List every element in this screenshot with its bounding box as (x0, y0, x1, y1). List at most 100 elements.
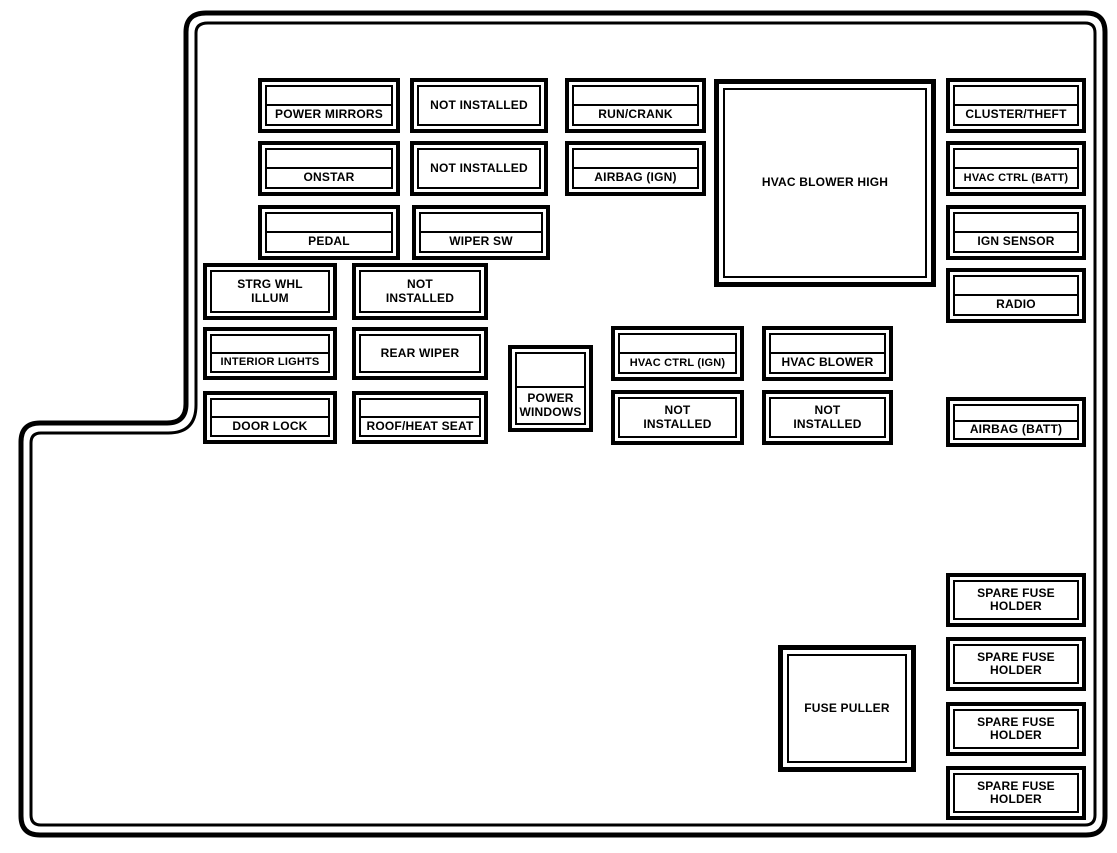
component-body: HVAC BLOWER HIGH (723, 88, 927, 278)
fuse-slot-body: SPARE FUSE HOLDER (953, 580, 1079, 620)
fuse-slot-power-windows[interactable]: POWER WINDOWS (508, 345, 593, 432)
fuse-slot-body: CLUSTER/THEFT (953, 85, 1079, 126)
fuse-slot-body: SPARE FUSE HOLDER (953, 773, 1079, 813)
fuse-slot-run-crank[interactable]: RUN/CRANK (565, 78, 706, 133)
fuse-slot-radio[interactable]: RADIO (946, 268, 1086, 323)
component-label: HVAC BLOWER HIGH (761, 175, 889, 190)
fuse-slot-body: POWER MIRRORS (265, 85, 393, 126)
fuse-slot-label: WIPER SW (449, 234, 513, 249)
fuse-slot-cavity[interactable] (771, 335, 884, 354)
fuse-slot-not-installed-4[interactable]: NOT INSTALLED (611, 390, 744, 445)
fuse-slot-cavity[interactable] (517, 354, 584, 389)
fuse-slot-body: NOT INSTALLED (359, 270, 481, 313)
fuse-slot-body: SPARE FUSE HOLDER (953, 709, 1079, 749)
fuse-slot-not-installed-5[interactable]: NOT INSTALLED (762, 390, 893, 445)
fuse-slot-cavity[interactable] (267, 214, 391, 233)
fuse-slot-wiper-sw[interactable]: WIPER SW (412, 205, 550, 260)
fuse-slot-airbag-batt[interactable]: AIRBAG (BATT) (946, 397, 1086, 447)
fuse-slot-body: HVAC CTRL (BATT) (953, 148, 1079, 189)
fuse-slot-body: INTERIOR LIGHTS (210, 334, 330, 373)
fuse-slot-label: HVAC CTRL (IGN) (629, 356, 726, 369)
fuse-slot-label: REAR WIPER (380, 345, 460, 360)
fuse-slot-label-cell: HVAC CTRL (BATT) (955, 169, 1077, 187)
fuse-slot-label-cell: INTERIOR LIGHTS (212, 354, 328, 371)
fuse-slot-onstar[interactable]: ONSTAR (258, 141, 400, 196)
fuse-slot-body: STRG WHL ILLUM (210, 270, 330, 313)
fuse-slot-label-cell: CLUSTER/THEFT (955, 106, 1077, 124)
fuse-slot-cavity[interactable] (955, 87, 1077, 106)
fuse-slot-label: RUN/CRANK (598, 107, 673, 122)
fuse-slot-cavity[interactable] (421, 214, 541, 233)
fuse-slot-pedal[interactable]: PEDAL (258, 205, 400, 260)
fuse-slot-label: SPARE FUSE HOLDER (977, 649, 1055, 677)
fuse-slot-not-installed-3[interactable]: NOT INSTALLED (352, 263, 488, 320)
fuse-slot-body: NOT INSTALLED (618, 397, 737, 438)
component-body: FUSE PULLER (787, 654, 907, 763)
component-fuse-puller[interactable]: FUSE PULLER (778, 645, 916, 772)
fuse-slot-label-cell: ROOF/HEAT SEAT (361, 418, 479, 435)
fuse-slot-body: HVAC BLOWER (769, 333, 886, 374)
fuse-slot-body: ONSTAR (265, 148, 393, 189)
fuse-slot-body: NOT INSTALLED (769, 397, 886, 438)
fuse-slot-label-cell: HVAC BLOWER (771, 354, 884, 372)
fuse-slot-cluster-theft[interactable]: CLUSTER/THEFT (946, 78, 1086, 133)
fuse-slot-label: STRG WHL ILLUM (237, 277, 303, 305)
fuse-slot-body: NOT INSTALLED (417, 85, 541, 126)
fuse-slot-airbag-ign[interactable]: AIRBAG (IGN) (565, 141, 706, 196)
fuse-slot-label: IGN SENSOR (977, 234, 1055, 249)
fuse-slot-cavity[interactable] (212, 336, 328, 354)
fuse-slot-label: DOOR LOCK (232, 418, 308, 433)
fuse-slot-label-cell: POWER MIRRORS (267, 106, 391, 124)
fuse-slot-label-cell: HVAC CTRL (IGN) (620, 354, 735, 372)
fuse-box-diagram: POWER MIRRORS ONSTAR PEDAL NOT INSTALLED NOT… (0, 0, 1117, 853)
fuse-slot-hvac-ctrl-ign[interactable]: HVAC CTRL (IGN) (611, 326, 744, 381)
fuse-slot-spare-fuse-holder-3[interactable]: SPARE FUSE HOLDER (946, 702, 1086, 756)
fuse-slot-label: INTERIOR LIGHTS (220, 356, 320, 369)
fuse-slot-spare-fuse-holder-1[interactable]: SPARE FUSE HOLDER (946, 573, 1086, 627)
fuse-slot-cavity[interactable] (574, 87, 697, 106)
fuse-slot-not-installed-1[interactable]: NOT INSTALLED (410, 78, 548, 133)
fuse-slot-body: NOT INSTALLED (417, 148, 541, 189)
fuse-slot-label: SPARE FUSE HOLDER (977, 778, 1055, 806)
component-hvac-blower-high[interactable]: HVAC BLOWER HIGH (714, 79, 936, 287)
fuse-slot-rear-wiper[interactable]: REAR WIPER (352, 327, 488, 380)
fuse-slot-ign-sensor[interactable]: IGN SENSOR (946, 205, 1086, 260)
fuse-slot-label: POWER WINDOWS (519, 391, 582, 419)
fuse-slot-label: CLUSTER/THEFT (965, 107, 1067, 122)
fuse-slot-label-cell: RUN/CRANK (574, 106, 697, 124)
fuse-slot-cavity[interactable] (955, 277, 1077, 296)
fuse-slot-cavity[interactable] (267, 150, 391, 169)
fuse-slot-label-cell: RADIO (955, 296, 1077, 314)
fuse-slot-hvac-ctrl-batt[interactable]: HVAC CTRL (BATT) (946, 141, 1086, 196)
fuse-slot-label: SPARE FUSE HOLDER (977, 714, 1055, 742)
component-label: FUSE PULLER (804, 700, 890, 715)
fuse-slot-label: NOT INSTALLED (430, 160, 528, 175)
fuse-slot-cavity[interactable] (361, 400, 479, 418)
fuse-slot-body: IGN SENSOR (953, 212, 1079, 253)
fuse-slot-interior-lights[interactable]: INTERIOR LIGHTS (203, 327, 337, 380)
fuse-slot-label: AIRBAG (BATT) (969, 422, 1063, 437)
fuse-slot-label: POWER MIRRORS (275, 107, 383, 122)
fuse-slot-body: WIPER SW (419, 212, 543, 253)
fuse-slot-cavity[interactable] (955, 150, 1077, 169)
fuse-slot-hvac-blower[interactable]: HVAC BLOWER (762, 326, 893, 381)
fuse-slot-label: AIRBAG (IGN) (594, 170, 677, 185)
fuse-slot-body: SPARE FUSE HOLDER (953, 644, 1079, 684)
fuse-slot-body: AIRBAG (IGN) (572, 148, 699, 189)
fuse-slot-cavity[interactable] (620, 335, 735, 354)
fuse-slot-body: RUN/CRANK (572, 85, 699, 126)
fuse-slot-cavity[interactable] (955, 406, 1077, 423)
fuse-slot-spare-fuse-holder-2[interactable]: SPARE FUSE HOLDER (946, 637, 1086, 691)
fuse-slot-label-cell: WIPER SW (421, 233, 541, 251)
fuse-slot-power-mirrors[interactable]: POWER MIRRORS (258, 78, 400, 133)
fuse-slot-spare-fuse-holder-4[interactable]: SPARE FUSE HOLDER (946, 766, 1086, 820)
fuse-slot-cavity[interactable] (574, 150, 697, 169)
fuse-slot-not-installed-2[interactable]: NOT INSTALLED (410, 141, 548, 196)
fuse-slot-door-lock[interactable]: DOOR LOCK (203, 391, 337, 444)
fuse-slot-cavity[interactable] (955, 214, 1077, 233)
fuse-slot-cavity[interactable] (212, 400, 328, 418)
fuse-slot-label-cell: PEDAL (267, 233, 391, 251)
fuse-slot-strg-whl-illum[interactable]: STRG WHL ILLUM (203, 263, 337, 320)
fuse-slot-cavity[interactable] (267, 87, 391, 106)
fuse-slot-roof-heat-seat[interactable]: ROOF/HEAT SEAT (352, 391, 488, 444)
